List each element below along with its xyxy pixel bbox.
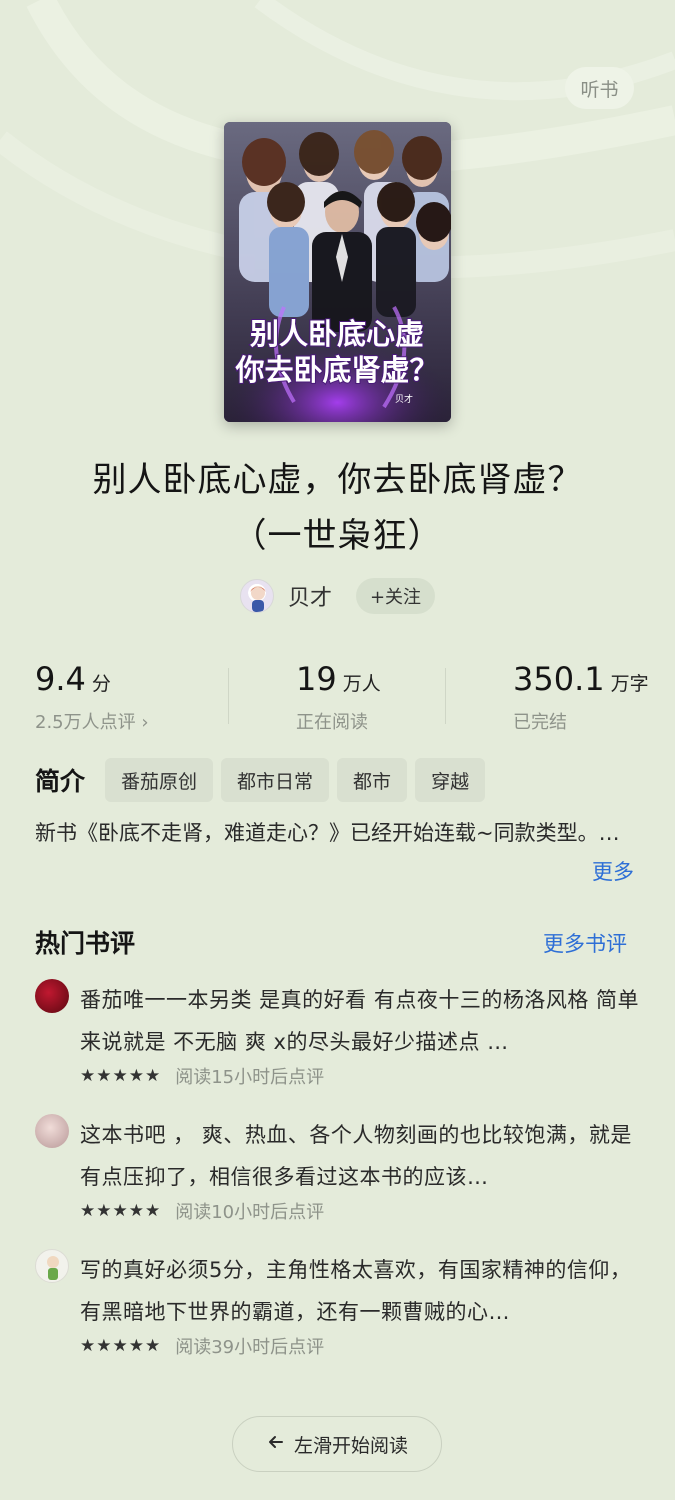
star-rating: ★★★★★ — [80, 1336, 162, 1356]
arrow-left-icon — [266, 1432, 286, 1457]
words-unit: 万字 — [610, 673, 649, 695]
status-label: 已完结 — [513, 712, 567, 733]
rating-stat[interactable]: 9.4 分 2.5万人点评 › — [35, 660, 149, 734]
readers-label: 正在阅读 — [296, 712, 368, 733]
intro-title: 简介 — [35, 767, 86, 796]
stats-bar: 9.4 分 2.5万人点评 › 19 万人 正在阅读 350.1 万字 已完结 — [0, 660, 675, 740]
review-meta: ★★★★★ 阅读15小时后点评 — [80, 1063, 324, 1089]
review-text: 写的真好必须5分，主角性格太喜欢，有国家精神的信仰，有黑暗地下世界的霸道，还有一… — [80, 1258, 632, 1324]
tag[interactable]: 都市日常 — [221, 758, 330, 802]
intro-text[interactable]: 新书《卧底不走肾，难道走心？》已经开始连载~同款类型。… — [35, 812, 645, 854]
start-reading-label: 左滑开始阅读 — [293, 1434, 408, 1457]
star-rating: ★★★★★ — [80, 1201, 162, 1221]
words-stat: 350.1 万字 已完结 — [513, 660, 649, 734]
start-reading-button[interactable]: 左滑开始阅读 — [232, 1416, 442, 1472]
review-text: 这本书吧 ， 爽、热血、各个人物刻画的也比较饱满，就是有点压抑了，相信很多看过这… — [80, 1123, 632, 1189]
tag[interactable]: 都市 — [337, 758, 408, 802]
book-cover[interactable]: 别人卧底心虚 你去卧底肾虚？ 贝才 — [224, 122, 451, 422]
star-rating: ★★★★★ — [80, 1066, 162, 1086]
divider — [445, 668, 446, 724]
intro-header: 简介 番茄原创 都市日常 都市 穿越 — [35, 758, 486, 802]
rating-count: 2.5万人点评 › — [35, 712, 149, 733]
review-time: 阅读15小时后点评 — [175, 1067, 325, 1088]
cover-author-mark: 贝才 — [395, 393, 413, 405]
readers-value: 19 — [296, 660, 337, 698]
review-item[interactable]: 这本书吧 ， 爽、热血、各个人物刻画的也比较饱满，就是有点压抑了，相信很多看过这… — [35, 1114, 645, 1224]
hot-reviews-title: 热门书评 — [35, 929, 136, 958]
author-avatar[interactable] — [239, 579, 274, 613]
more-reviews-link[interactable]: 更多书评 — [543, 928, 627, 958]
review-text: 番茄唯一一本另类 是真的好看 有点夜十三的杨洛风格 简单来说就是 不无脑 爽 x… — [80, 988, 640, 1054]
author-row: 贝才 +关注 — [0, 576, 675, 616]
readers-stat: 19 万人 正在阅读 — [296, 660, 381, 734]
reviewer-avatar[interactable] — [35, 1114, 69, 1148]
cover-title-line2: 你去卧底肾虚？ — [234, 353, 438, 387]
tag[interactable]: 番茄原创 — [105, 758, 214, 802]
cover-title-line1: 别人卧底心虚 — [250, 317, 424, 351]
review-meta: ★★★★★ 阅读39小时后点评 — [80, 1333, 324, 1359]
divider — [228, 668, 229, 724]
follow-button[interactable]: +关注 — [355, 578, 436, 614]
rating-value: 9.4 — [35, 660, 86, 698]
book-title: 别人卧底心虚，你去卧底肾虚？（一世枭狂） — [92, 460, 583, 556]
review-item[interactable]: 写的真好必须5分，主角性格太喜欢，有国家精神的信仰，有黑暗地下世界的霸道，还有一… — [35, 1249, 645, 1359]
review-time: 阅读39小时后点评 — [175, 1337, 325, 1358]
reviewer-avatar[interactable] — [35, 979, 69, 1013]
author-name[interactable]: 贝才 — [288, 580, 332, 612]
review-time: 阅读10小时后点评 — [175, 1202, 325, 1223]
listen-button[interactable]: 听书 — [565, 67, 634, 109]
readers-unit: 万人 — [342, 673, 381, 695]
rating-unit: 分 — [91, 673, 111, 695]
reviewer-avatar[interactable] — [35, 1249, 69, 1283]
words-value: 350.1 — [513, 660, 605, 698]
review-item[interactable]: 番茄唯一一本另类 是真的好看 有点夜十三的杨洛风格 简单来说就是 不无脑 爽 x… — [35, 979, 645, 1089]
review-meta: ★★★★★ 阅读10小时后点评 — [80, 1198, 324, 1224]
intro-more-link[interactable]: 更多 — [592, 856, 634, 886]
tag[interactable]: 穿越 — [415, 758, 486, 802]
